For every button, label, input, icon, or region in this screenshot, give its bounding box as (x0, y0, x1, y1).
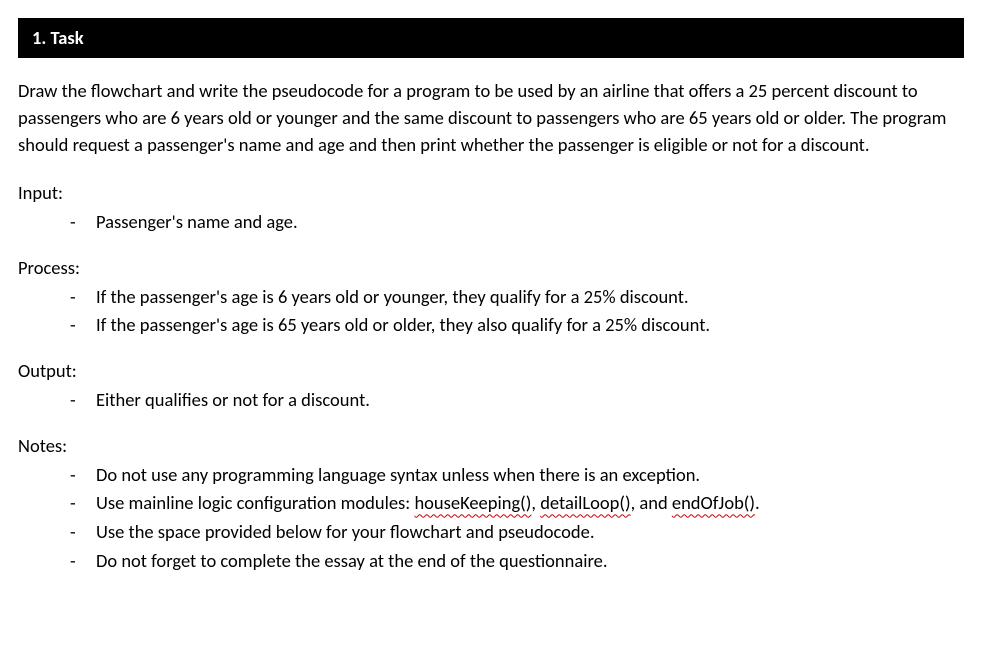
list-item: Do not use any programming language synt… (70, 461, 964, 490)
output-label: Output: (18, 358, 964, 384)
input-label: Input: (18, 180, 964, 206)
module-sep: , (531, 491, 540, 514)
task-header: 1. Task (18, 18, 964, 58)
module-sep: , and (631, 491, 672, 514)
module-detailloop: detailLoop() (540, 491, 630, 514)
list-item: If the passenger's age is 65 years old o… (70, 311, 964, 340)
list-item: If the passenger's age is 6 years old or… (70, 283, 964, 312)
note-text-prefix: Use mainline logic configuration modules… (96, 491, 414, 514)
notes-label: Notes: (18, 433, 964, 459)
input-list: Passenger's name and age. (18, 208, 964, 237)
module-tail: . (755, 491, 760, 514)
task-header-title: 1. Task (32, 26, 84, 49)
list-item: Either qualifies or not for a discount. (70, 386, 964, 415)
notes-list: Do not use any programming language synt… (18, 461, 964, 576)
module-endofjob: endOfJob() (672, 491, 755, 514)
task-intro-paragraph: Draw the flowchart and write the pseudoc… (18, 78, 964, 158)
list-item: Do not forget to complete the essay at t… (70, 547, 964, 576)
module-housekeeping: houseKeeping() (414, 491, 531, 514)
list-item: Passenger's name and age. (70, 208, 964, 237)
list-item: Use the space provided below for your fl… (70, 518, 964, 547)
list-item: Use mainline logic configuration modules… (70, 489, 964, 518)
process-label: Process: (18, 255, 964, 281)
output-list: Either qualifies or not for a discount. (18, 386, 964, 415)
process-list: If the passenger's age is 6 years old or… (18, 283, 964, 340)
